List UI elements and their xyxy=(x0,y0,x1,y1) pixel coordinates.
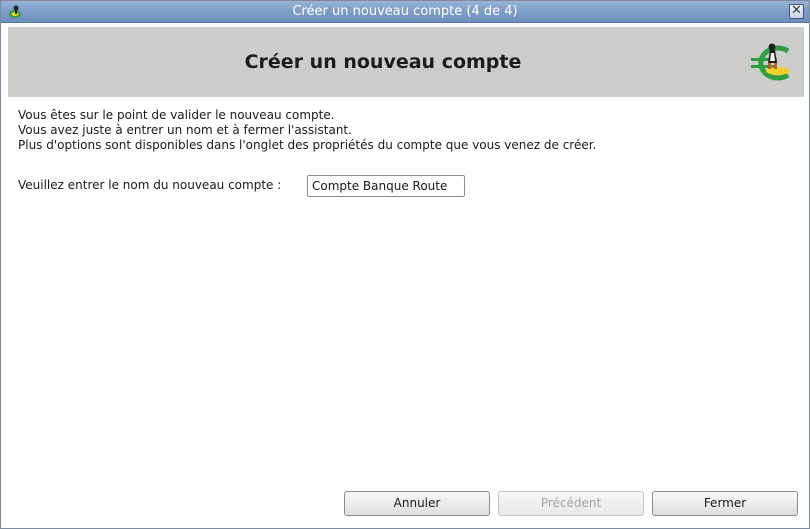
window-title: Créer un nouveau compte (4 de 4) xyxy=(292,4,518,19)
instructions-text: Vous êtes sur le point de valider le nou… xyxy=(18,108,798,153)
close-window-button[interactable]: ✕ xyxy=(789,4,804,19)
instruction-line: Vous êtes sur le point de valider le nou… xyxy=(18,108,335,122)
previous-button[interactable]: Précédent xyxy=(498,491,644,516)
assistant-window: Créer un nouveau compte (4 de 4) ✕ Créer… xyxy=(0,0,810,529)
page-title: Créer un nouveau compte xyxy=(244,51,522,73)
close-button[interactable]: Fermer xyxy=(652,491,798,516)
instruction-line: Plus d'options sont disponibles dans l'o… xyxy=(18,138,597,152)
account-name-label: Veuillez entrer le nom du nouveau compte… xyxy=(18,178,282,192)
grisbi-logo-icon xyxy=(751,43,790,81)
close-icon: ✕ xyxy=(791,3,802,18)
instruction-line: Vous avez juste à entrer un nom et à fer… xyxy=(18,123,352,137)
account-name-row: Veuillez entrer le nom du nouveau compte… xyxy=(18,175,798,197)
cancel-button[interactable]: Annuler xyxy=(344,491,490,516)
account-name-input[interactable] xyxy=(307,175,465,197)
title-bar[interactable]: Créer un nouveau compte (4 de 4) ✕ xyxy=(1,1,809,23)
assistant-header: Créer un nouveau compte xyxy=(8,27,804,97)
